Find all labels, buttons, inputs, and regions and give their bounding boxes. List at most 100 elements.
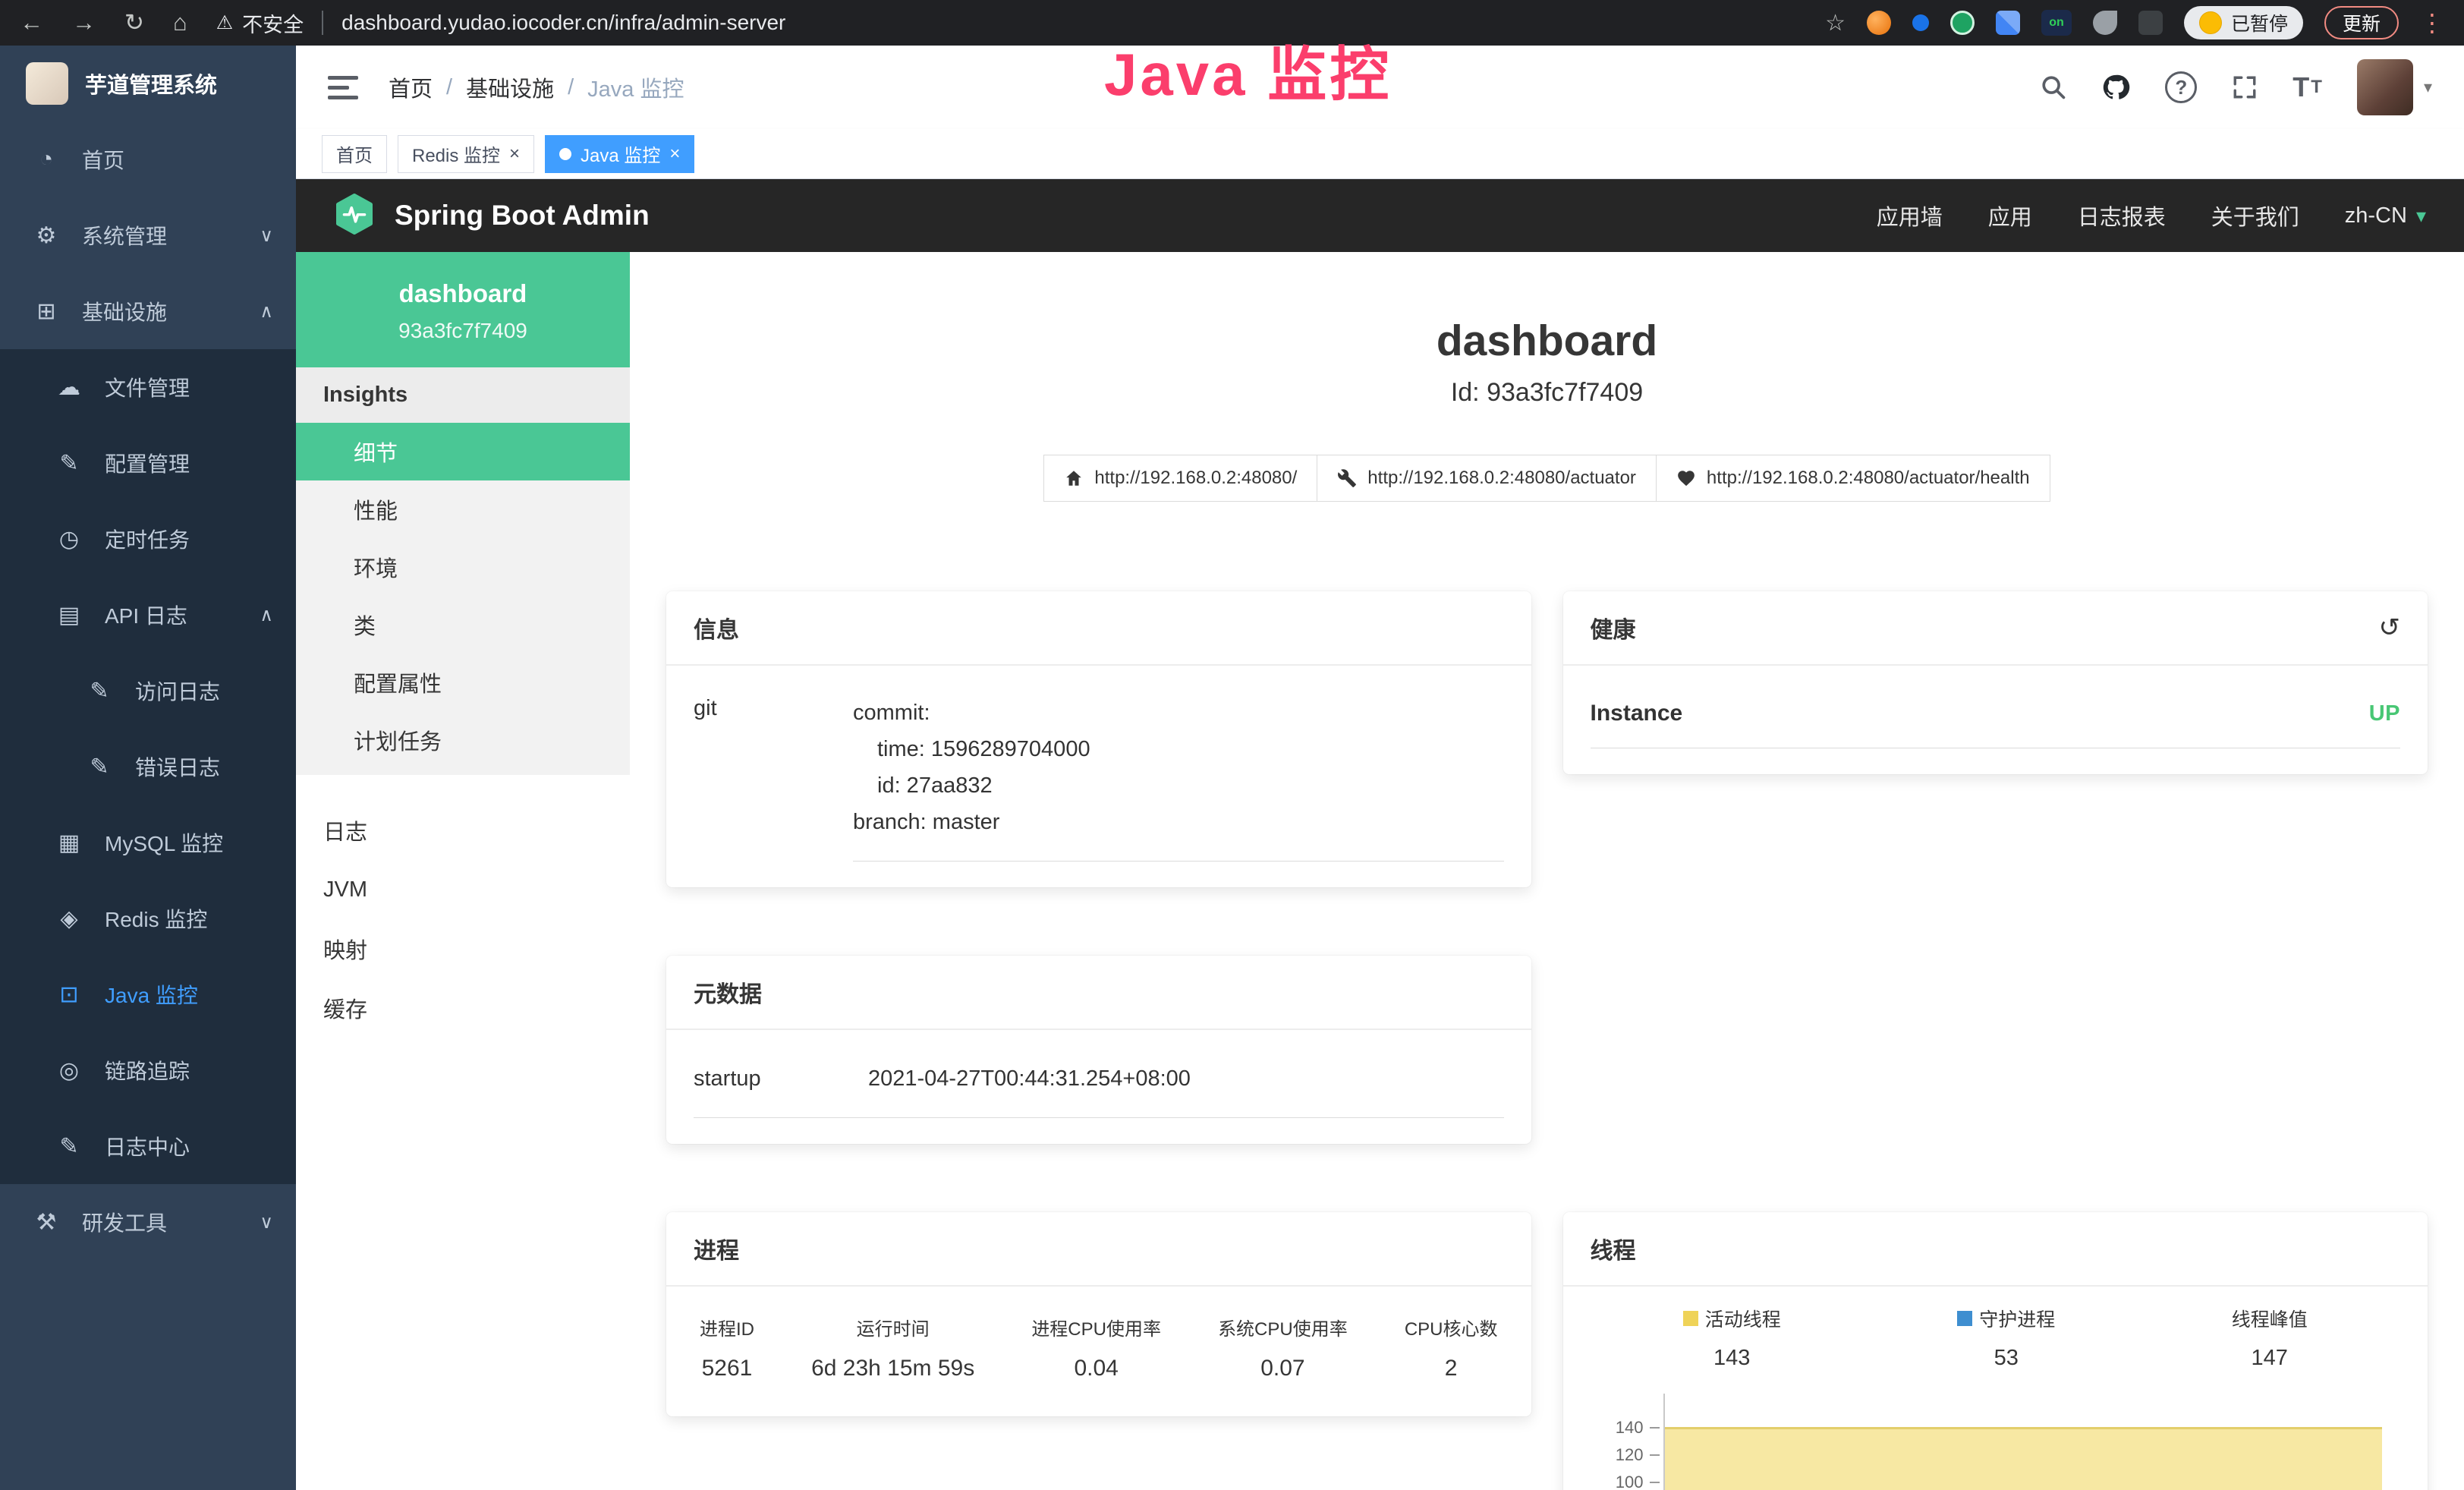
timer-icon: ◷ (55, 526, 83, 553)
reload-icon[interactable]: ↻ (124, 9, 144, 36)
eye-icon: ◎ (55, 1057, 83, 1084)
on-badge-extension-icon[interactable]: on (2041, 10, 2072, 36)
sidebar-item-label: API 日志 (105, 600, 187, 630)
sidebar-item-log-center[interactable]: ✎ 日志中心 (0, 1108, 296, 1184)
paused-badge[interactable]: 已暂停 (2184, 6, 2303, 39)
sba-logo-icon (334, 194, 375, 238)
breadcrumb-infrastructure[interactable]: 基础设施 (466, 71, 554, 103)
history-icon[interactable]: ↺ (2379, 613, 2401, 643)
close-icon[interactable]: × (509, 145, 520, 163)
breadcrumb-current: Java 监控 (587, 71, 684, 103)
gear-icon: ⚙ (32, 222, 61, 249)
sidebar-item-tracing[interactable]: ◎ 链路追踪 (0, 1032, 296, 1108)
sba-item-jvm[interactable]: JVM (296, 860, 630, 919)
sba-item-mappings[interactable]: 映射 (296, 919, 630, 978)
y-axis-tick-mark (1650, 1482, 1660, 1483)
sidebar-item-redis-monitor[interactable]: ◈ Redis 监控 (0, 880, 296, 956)
browser-home-icon[interactable]: ⌂ (173, 9, 187, 36)
sidebar-item-label: 配置管理 (105, 448, 190, 478)
browser-menu-icon[interactable]: ⋮ (2420, 8, 2444, 37)
sba-instance-header[interactable]: dashboard 93a3fc7f7409 (296, 252, 630, 367)
caret-down-icon: ▾ (2416, 204, 2426, 228)
instance-health-link[interactable]: http://192.168.0.2:48080/actuator/health (1656, 455, 2050, 502)
sba-nav-journal[interactable]: 日志报表 (2078, 200, 2166, 232)
fox-extension-icon[interactable] (1867, 11, 1891, 35)
chevron-down-icon: ∨ (260, 225, 273, 247)
sba-item-config-props[interactable]: 配置属性 (296, 654, 630, 711)
sidebar-item-dev-tools[interactable]: ⚒ 研发工具 ∨ (0, 1184, 296, 1260)
tab-redis-monitor[interactable]: Redis 监控 × (398, 135, 534, 173)
sba-nav-about[interactable]: 关于我们 (2211, 200, 2299, 232)
back-icon[interactable]: ← (20, 9, 43, 36)
threads-chart: 140 120 100 (1591, 1389, 2401, 1490)
sba-item-caches[interactable]: 缓存 (296, 978, 630, 1038)
instance-title: dashboard (666, 316, 2428, 366)
legend-swatch-blue (1957, 1311, 1972, 1326)
font-size-icon[interactable]: TT (2292, 71, 2322, 103)
address-bar[interactable]: ⚠ 不安全 dashboard.yudao.iocoder.cn/infra/a… (216, 8, 786, 38)
sba-nav-applications[interactable]: 应用 (1988, 200, 2032, 232)
app-logo (26, 62, 68, 105)
sidebar-item-file-mgmt[interactable]: ☁ 文件管理 (0, 349, 296, 425)
sba-item-scheduled-tasks[interactable]: 计划任务 (296, 711, 630, 769)
tools-icon: ⚒ (32, 1209, 61, 1236)
heart-icon (1676, 468, 1696, 488)
sba-language-select[interactable]: zh-CN ▾ (2345, 203, 2426, 228)
sidebar-item-label: 基础设施 (82, 296, 167, 326)
sba-item-label: 配置属性 (354, 666, 442, 698)
bookmark-star-icon[interactable]: ☆ (1825, 10, 1846, 36)
sidebar-item-system-mgmt[interactable]: ⚙ 系统管理 ∨ (0, 197, 296, 273)
metadata-value: 2021-04-27T00:44:31.254+08:00 (868, 1066, 1504, 1092)
sidebar-item-label: 链路追踪 (105, 1055, 190, 1085)
instance-home-link[interactable]: http://192.168.0.2:48080/ (1043, 455, 1317, 502)
y-axis-tick-mark (1650, 1454, 1660, 1456)
instance-links: http://192.168.0.2:48080/ http://192.168… (666, 455, 2428, 502)
sidebar-item-scheduled-jobs[interactable]: ◷ 定时任务 (0, 501, 296, 577)
topbar-actions: ? TT ▾ (2041, 59, 2432, 115)
close-icon[interactable]: × (669, 145, 680, 163)
puzzle-extension-icon[interactable] (2138, 11, 2163, 35)
tab-label: Java 监控 (581, 140, 660, 167)
green-circle-extension-icon[interactable] (1950, 11, 1975, 35)
tab-home[interactable]: 首页 (322, 135, 387, 173)
user-menu[interactable]: ▾ (2357, 59, 2432, 115)
sidebar-item-label: Redis 监控 (105, 903, 207, 934)
sidebar-item-error-logs[interactable]: ✎ 错误日志 (0, 729, 296, 805)
sba-item-performance[interactable]: 性能 (296, 480, 630, 538)
sba-item-classes[interactable]: 类 (296, 596, 630, 654)
legend-label: 线程峰值 (2232, 1305, 2308, 1332)
threads-card: 线程 活动线程 143 (1563, 1212, 2428, 1490)
sba-item-environment[interactable]: 环境 (296, 538, 630, 596)
sidebar-item-infrastructure[interactable]: ⊞ 基础设施 ∧ (0, 273, 296, 349)
sba-nav-wallboard[interactable]: 应用墙 (1877, 200, 1943, 232)
breadcrumb-home[interactable]: 首页 (389, 71, 433, 103)
update-button[interactable]: 更新 (2324, 6, 2399, 39)
forward-icon[interactable]: → (72, 9, 96, 36)
instance-actuator-link[interactable]: http://192.168.0.2:48080/actuator (1317, 455, 1657, 502)
sidebar-item-java-monitor[interactable]: ⊡ Java 监控 (0, 956, 296, 1032)
search-icon[interactable] (2041, 74, 2066, 100)
git-commit-time: time: 1596289704000 (853, 731, 1504, 767)
sidebar-item-mysql-monitor[interactable]: ▦ MySQL 监控 (0, 805, 296, 880)
sba-item-details[interactable]: 细节 (296, 423, 630, 480)
sidebar-item-config-mgmt[interactable]: ✎ 配置管理 (0, 425, 296, 501)
sidebar-item-api-logs[interactable]: ▤ API 日志 ∧ (0, 577, 296, 653)
grid-extension-icon[interactable] (1996, 11, 2020, 35)
system-cpu: 系统CPU使用率 0.07 (1218, 1314, 1348, 1381)
sba-item-logs[interactable]: 日志 (296, 801, 630, 860)
leaf-extension-icon[interactable] (2093, 11, 2117, 35)
edit-icon: ✎ (85, 678, 114, 704)
app-frame: 芋道管理系统 ◔ 首页 ⚙ 系统管理 ∨ ⊞ 基础设施 ∧ ☁ 文件管理 (0, 46, 2464, 1490)
fullscreen-icon[interactable] (2232, 74, 2258, 100)
annotation-overlay-text: Java 监控 (1104, 27, 1392, 112)
drop-extension-icon[interactable] (1912, 14, 1929, 31)
sidebar-item-home[interactable]: ◔ 首页 (0, 121, 296, 197)
legend-value: 53 (1994, 1346, 2019, 1371)
sidebar-item-access-logs[interactable]: ✎ 访问日志 (0, 653, 296, 729)
help-icon[interactable]: ? (2165, 71, 2197, 103)
avatar[interactable] (2357, 59, 2413, 115)
github-icon[interactable] (2101, 73, 2130, 102)
tab-label: 首页 (336, 140, 373, 167)
hamburger-icon[interactable] (328, 76, 358, 99)
tab-java-monitor[interactable]: Java 监控 × (545, 135, 694, 173)
